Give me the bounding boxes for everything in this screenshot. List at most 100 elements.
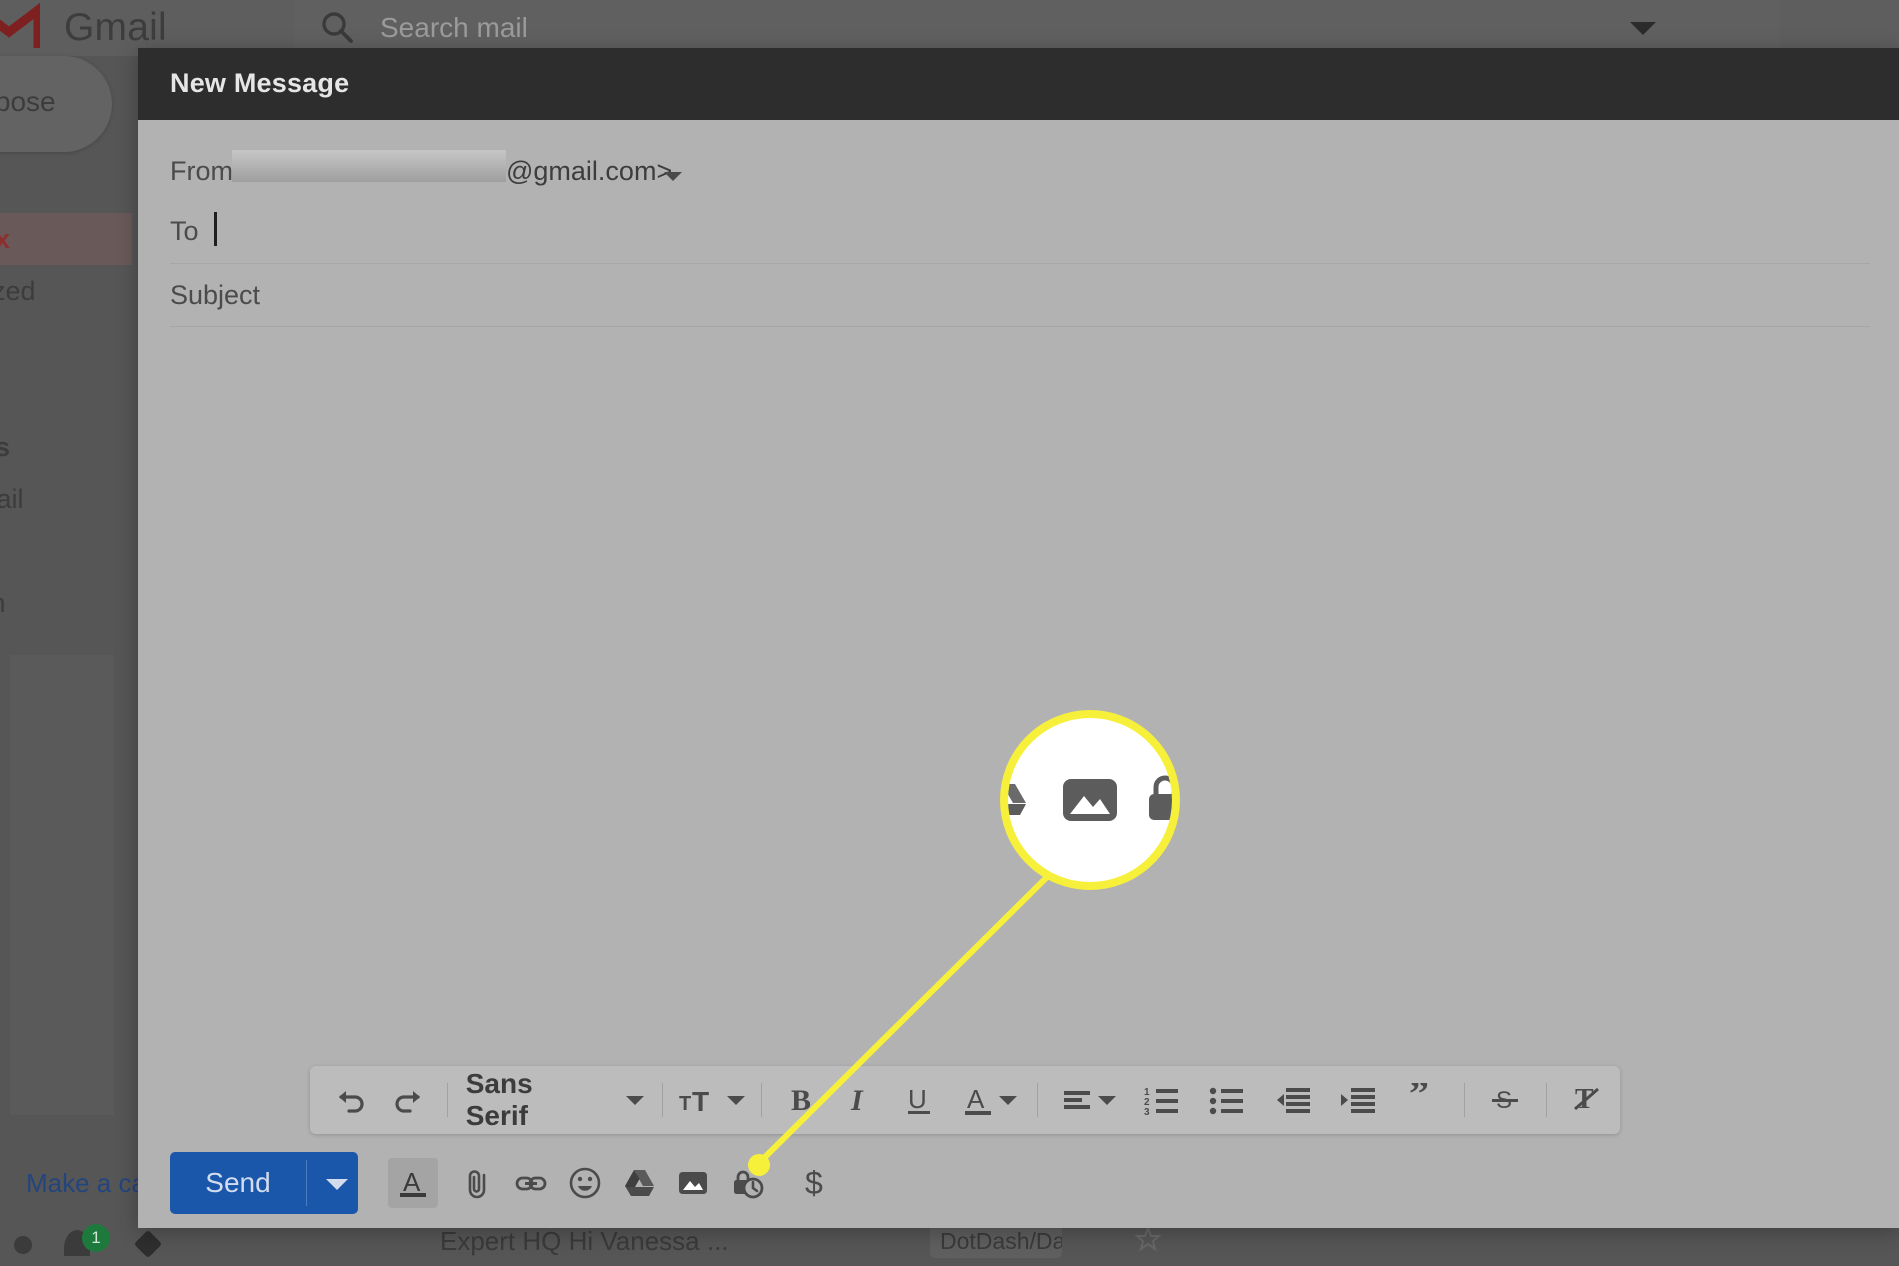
numbered-list-icon[interactable]: 1 2 3 [1130,1066,1195,1134]
bulleted-list-icon[interactable] [1195,1066,1260,1134]
field-divider [170,326,1870,327]
background-mail-row[interactable]: Expert HQ Hi Vanessa ... DotDash/Dai [150,1224,1650,1266]
svg-text:U: U [908,1084,927,1114]
background-mail-label-chip: DotDash/Dai [930,1224,1062,1258]
insert-photo-icon [1063,779,1117,821]
svg-text:3: 3 [1144,1107,1150,1117]
chevron-down-icon[interactable] [1630,22,1656,35]
svg-text:$: $ [805,1165,823,1201]
sidebar-item-spam[interactable]: am [0,525,132,577]
sidebar-item-inbox[interactable]: box [0,213,132,265]
sidebar-item-label: afts [0,432,11,462]
status-dot-icon [14,1236,32,1254]
insert-photo-icon[interactable] [668,1158,718,1208]
svg-text:B: B [791,1084,811,1117]
italic-icon[interactable]: I [830,1066,889,1134]
insert-emoji-icon[interactable] [560,1158,610,1208]
star-icon[interactable] [1135,1226,1161,1252]
toolbar-separator [1463,1083,1465,1117]
callout-magnifier [1000,710,1180,890]
bold-icon[interactable]: B [770,1066,829,1134]
sidebar-item-sent[interactable]: nt [0,369,132,421]
to-field-label: To [170,216,199,246]
toolbar-separator [661,1083,663,1117]
toolbar-separator [446,1083,448,1117]
sidebar-hangouts-panel [10,655,114,1115]
indent-less-icon[interactable] [1260,1066,1325,1134]
chevron-down-icon[interactable] [664,172,682,181]
redo-icon[interactable] [379,1066,438,1134]
text-color-icon[interactable]: A [948,1066,1028,1134]
field-divider [170,263,1870,264]
sidebar-item-label: box [0,224,11,254]
sidebar-item-label: oozed [0,276,36,306]
compose-dialog-title: New Message [170,68,350,98]
sidebar-item-label: am [0,536,1,566]
compose-dialog-header: New Message [138,48,1899,120]
search-input-placeholder[interactable]: Search mail [380,4,528,52]
svg-text:T: T [679,1093,691,1115]
insert-money-icon[interactable]: $ [790,1158,840,1208]
formatting-options-icon[interactable]: A [388,1158,438,1208]
toolbar-separator [761,1083,763,1117]
text-cursor [214,212,217,246]
chevron-down-icon[interactable] [727,1095,746,1105]
confidential-mode-icon [1149,775,1172,820]
sidebar-item-label: ash [0,588,6,618]
message-body-editor[interactable] [170,378,1870,1038]
toolbar-separator [1036,1083,1038,1117]
sidebar-item-chats[interactable]: ats [0,317,132,369]
gmail-m-logo [0,2,40,48]
quote-icon[interactable]: ” [1391,1066,1456,1134]
background-mail-subject: Expert HQ Hi Vanessa ... [440,1226,729,1256]
send-button[interactable]: Send [170,1152,358,1214]
sidebar-item-label: Mail [0,484,24,514]
send-button-label: Send [205,1167,271,1198]
insert-drive-icon[interactable] [614,1158,664,1208]
font-family-value: Sans Serif [465,1068,533,1131]
subject-field-label: Subject [170,280,261,310]
compose-button[interactable]: ompose [0,56,112,152]
from-address-redacted [232,150,506,182]
from-field-row[interactable]: From @gmail.com> [170,146,1870,202]
make-a-call-link[interactable]: Make a ca [26,1168,146,1199]
compose-dialog: New Message From @gmail.com> To Subject [138,48,1899,1228]
font-family-select[interactable]: Sans Serif [456,1066,654,1134]
send-button-divider [306,1160,307,1206]
sidebar-item-snoozed[interactable]: oozed [0,265,132,317]
chevron-down-icon[interactable] [326,1179,348,1190]
sidebar-item-all-mail[interactable]: Mail [0,473,132,525]
from-address-domain: @gmail.com> [506,156,673,186]
chevron-down-icon[interactable] [998,1095,1017,1105]
sidebar-nav: box oozed ats nt afts Mail am ash [0,213,132,629]
underline-icon[interactable]: U [889,1066,948,1134]
svg-text:A: A [967,1084,985,1114]
search-icon [322,12,353,43]
to-field-row[interactable]: To [170,206,1870,262]
remove-formatting-icon[interactable]: T [1555,1066,1620,1134]
attach-file-icon[interactable] [452,1158,502,1208]
insert-link-icon[interactable] [506,1158,556,1208]
compose-action-bar: Send A $ [138,1152,1899,1228]
undo-icon[interactable] [320,1066,379,1134]
indent-more-icon[interactable] [1326,1066,1391,1134]
hangouts-status-bar: 1 [0,1222,163,1266]
screen: Gmail Search mail ompose box oozed ats [0,0,1899,1266]
toolbar-separator [1545,1083,1547,1117]
formatting-toolbar: Sans Serif T T B I U A 1 2 3 ” S [310,1066,1620,1134]
svg-text:I: I [850,1084,864,1117]
gmail-brand-title: Gmail [64,6,167,49]
svg-text:”: ” [1409,1083,1429,1116]
from-field-label: From [170,156,233,186]
align-icon[interactable] [1046,1066,1130,1134]
callout-anchor-dot [748,1154,770,1176]
sidebar-item-drafts[interactable]: afts [0,421,132,473]
compose-button-label: ompose [0,86,56,117]
subject-field-row[interactable]: Subject [170,270,1870,326]
chevron-down-icon[interactable] [625,1095,644,1105]
chevron-down-icon[interactable] [1097,1095,1116,1105]
strikethrough-icon[interactable]: S [1473,1066,1538,1134]
font-size-icon[interactable]: T T [671,1066,753,1134]
sidebar-item-trash[interactable]: ash [0,577,132,629]
unread-count-badge: 1 [82,1224,110,1252]
